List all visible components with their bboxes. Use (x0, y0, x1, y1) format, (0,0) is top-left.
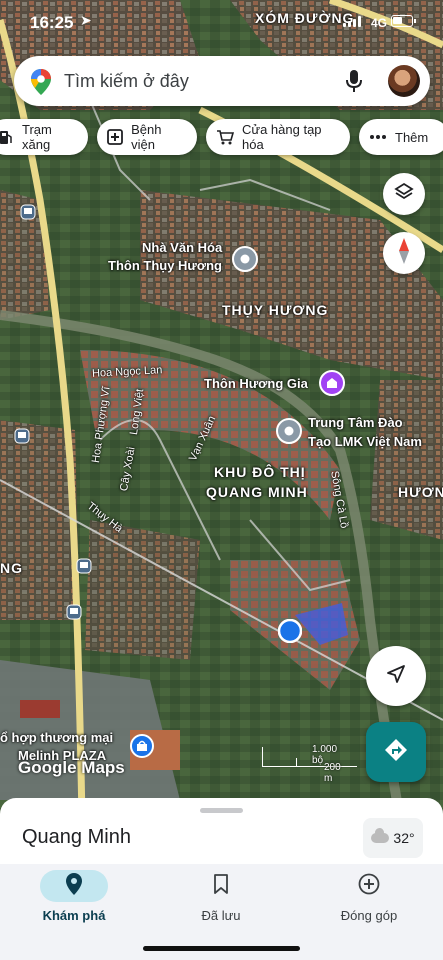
microphone-icon[interactable] (346, 69, 362, 98)
explore-pin-icon (66, 872, 82, 900)
home-indicator[interactable] (143, 946, 300, 951)
google-maps-pin-icon (30, 69, 52, 100)
status-bar: 16:25 ➤ 4G (0, 0, 443, 46)
sheet-handle[interactable] (200, 808, 243, 813)
hospital-icon (107, 128, 123, 146)
label-thon-huong-gia[interactable]: Thôn Hương Gia (204, 376, 308, 391)
status-time: 16:25 (30, 13, 74, 32)
tab-label: Đóng góp (340, 908, 398, 923)
directions-button[interactable] (366, 722, 426, 782)
label-to-hop[interactable]: ổ hợp thương mại (0, 730, 113, 745)
tab-explore[interactable]: Khám phá (6, 870, 146, 930)
label-nha-van-hoa[interactable]: Nhà Văn Hóa (142, 240, 222, 255)
label-quang-minh: QUANG MINH (206, 484, 308, 500)
layers-icon (394, 182, 414, 207)
label-thuy-huong: THỤY HƯƠNG (222, 302, 329, 318)
cart-icon (216, 128, 234, 146)
label-ng: NG (0, 560, 23, 576)
search-input[interactable]: Tìm kiếm ở đây (64, 71, 189, 92)
chip-grocery[interactable]: Cửa hàng tạp hóa (206, 119, 350, 155)
chip-label: Trạm xăng (22, 122, 52, 152)
label-tao-lmk[interactable]: Tạo LMK Việt Nam (308, 434, 422, 449)
tab-explore-pill (40, 870, 108, 902)
cloud-icon (371, 828, 390, 843)
search-bar[interactable]: Tìm kiếm ở đây (14, 56, 430, 106)
more-dots-icon (369, 128, 387, 146)
tab-label: Khám phá (42, 908, 106, 923)
chip-hospital[interactable]: Bệnh viện (97, 119, 197, 155)
gas-station-icon (0, 128, 14, 146)
tab-saved-pill (187, 870, 255, 902)
compass-icon (397, 237, 411, 269)
bookmark-icon (213, 873, 229, 899)
chip-more[interactable]: Thêm (359, 119, 443, 155)
directions-icon (384, 738, 408, 767)
label-thon-thuy-huong[interactable]: Thôn Thụy Hương (108, 258, 222, 273)
tab-contribute[interactable]: Đóng góp (301, 870, 441, 930)
my-location-button[interactable] (366, 646, 426, 706)
chip-label: Cửa hàng tạp hóa (242, 122, 322, 152)
label-huong: HƯƠN (398, 484, 443, 500)
chip-label: Thêm (395, 129, 429, 145)
category-chips: Trạm xăng Bệnh viện Cửa hàng tạp hóa Thê… (0, 119, 443, 155)
compass-button[interactable] (383, 232, 425, 274)
google-maps-logo: Google Maps (18, 758, 125, 777)
weather-badge[interactable]: 32° (363, 818, 423, 858)
tab-label: Đã lưu (201, 908, 241, 923)
battery-icon (391, 15, 416, 27)
label-khu-do-thi: KHU ĐÔ THỊ (214, 464, 306, 480)
signal-icon (343, 16, 361, 27)
layers-button[interactable] (383, 173, 425, 215)
chip-gas-station[interactable]: Trạm xăng (0, 119, 88, 155)
chip-label: Bệnh viện (131, 122, 162, 152)
add-circle-icon (358, 873, 380, 900)
tab-contribute-pill (335, 870, 403, 902)
navigation-arrow-icon (386, 664, 406, 689)
network-type: 4G (370, 16, 387, 30)
weather-temp: 32° (393, 830, 415, 846)
location-arrow-icon: ➤ (80, 12, 92, 28)
avatar[interactable] (388, 65, 420, 97)
label-trung-tam-dao[interactable]: Trung Tâm Đào (308, 415, 403, 430)
tab-saved[interactable]: Đã lưu (153, 870, 293, 930)
place-title: Quang Minh (22, 826, 131, 848)
scale-meters: 200 m (324, 762, 341, 784)
